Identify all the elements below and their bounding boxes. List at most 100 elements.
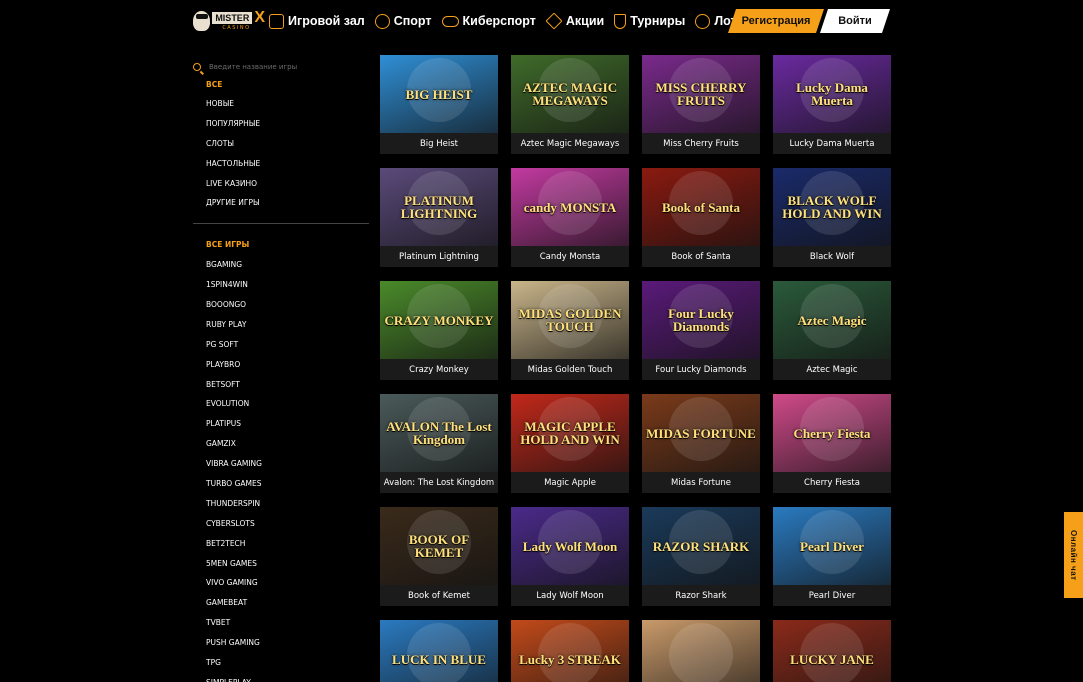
game-card[interactable]: LUCK IN BLUE (380, 620, 498, 682)
game-card[interactable] (642, 620, 760, 682)
game-thumbnail: PLATINUM LIGHTNING (380, 168, 498, 246)
game-card[interactable]: CRAZY MONKEY Crazy Monkey (380, 281, 498, 380)
game-title: Aztec Magic (806, 364, 858, 375)
game-card[interactable]: BLACK WOLF HOLD AND WIN Black Wolf (773, 168, 891, 267)
nav-sport[interactable]: Спорт (374, 13, 432, 29)
provider-item[interactable]: PLAYBRO (193, 355, 369, 375)
provider-item[interactable]: THUNDERSPIN (193, 494, 369, 514)
logo-text: MISTER X CASINO (212, 10, 265, 31)
nav-label: Турниры (630, 14, 686, 28)
search-icon (193, 63, 201, 71)
provider-item[interactable]: PUSH GAMING (193, 633, 369, 653)
login-button[interactable]: Войти (820, 9, 890, 33)
provider-item[interactable]: VIBRA GAMING (193, 454, 369, 474)
game-card[interactable]: Lucky 3 STREAK (511, 620, 629, 682)
provider-item[interactable]: RUBY PLAY (193, 315, 369, 335)
provider-item[interactable]: SIMPLEPLAY (193, 673, 369, 682)
game-title: Aztec Magic Megaways (520, 138, 620, 149)
game-thumbnail: RAZOR SHARK (642, 507, 760, 585)
game-thumbnail: Book of Santa (642, 168, 760, 246)
game-card[interactable]: AZTEC MAGIC MEGAWAYS Aztec Magic Megaways (511, 55, 629, 154)
category-all[interactable]: ВСЕ (193, 76, 369, 94)
game-title: Black Wolf (809, 251, 855, 262)
provider-item[interactable]: BGAMING (193, 255, 369, 275)
nav-tournaments[interactable]: Турниры (614, 13, 686, 29)
provider-item[interactable]: GAMEBEAT (193, 593, 369, 613)
provider-item[interactable]: 1SPIN4WIN (193, 275, 369, 295)
nav-promotions[interactable]: Акции (545, 12, 604, 30)
provider-item[interactable]: VIVO GAMING (193, 573, 369, 593)
game-card[interactable]: Lady Wolf Moon Lady Wolf Moon (511, 507, 629, 606)
game-logo: Pearl Diver (800, 538, 864, 554)
provider-item[interactable]: EVOLUTION (193, 394, 369, 414)
category-other[interactable]: ДРУГИЕ ИГРЫ (193, 193, 369, 213)
game-card[interactable]: PLATINUM LIGHTNING Platinum Lightning (380, 168, 498, 267)
category-live-casino[interactable]: LIVE КАЗИНО (193, 174, 369, 194)
provider-item[interactable]: TPG (193, 653, 369, 673)
nav-esports[interactable]: Киберспорт (441, 14, 536, 28)
game-logo: AVALON The Lost Kingdom (386, 419, 492, 447)
category-slots[interactable]: СЛОТЫ (193, 134, 369, 154)
game-card[interactable]: LUCKY JANE (773, 620, 891, 682)
header: MISTER X CASINO Игровой зал Спорт Киберс… (193, 0, 893, 42)
sidebar: ВСЕ НОВЫЕ ПОПУЛЯРНЫЕ СЛОТЫ НАСТОЛЬНЫЕ LI… (193, 58, 369, 682)
game-card[interactable]: BIG HEIST Big Heist (380, 55, 498, 154)
category-table[interactable]: НАСТОЛЬНЫЕ (193, 154, 369, 174)
provider-item[interactable]: TURBO GAMES (193, 474, 369, 494)
category-popular[interactable]: ПОПУЛЯРНЫЕ (193, 114, 369, 134)
game-card[interactable]: Lucky Dama Muerta Lucky Dama Muerta (773, 55, 891, 154)
game-logo: BLACK WOLF HOLD AND WIN (782, 193, 882, 221)
provider-item[interactable]: ВСЕ ИГРЫ (193, 235, 369, 255)
search-input[interactable] (209, 63, 349, 71)
game-logo: AZTEC MAGIC MEGAWAYS (522, 80, 618, 108)
lottery-icon (695, 13, 711, 29)
game-title: Razor Shark (675, 590, 727, 601)
game-art-icon (669, 623, 733, 682)
register-button[interactable]: Регистрация (728, 9, 824, 33)
game-card[interactable]: MISS CHERRY FRUITS Miss Cherry Fruits (642, 55, 760, 154)
provider-item[interactable]: TVBET (193, 613, 369, 633)
provider-item[interactable]: GAMZIX (193, 434, 369, 454)
game-card[interactable]: Aztec Magic Aztec Magic (773, 281, 891, 380)
game-thumbnail: candy MONSTA (511, 168, 629, 246)
category-list: ВСЕ НОВЫЕ ПОПУЛЯРНЫЕ СЛОТЫ НАСТОЛЬНЫЕ LI… (193, 76, 369, 213)
provider-item[interactable]: BET2TECH (193, 534, 369, 554)
game-card[interactable]: MIDAS GOLDEN TOUCH Midas Golden Touch (511, 281, 629, 380)
provider-item[interactable]: BOOONGO (193, 295, 369, 315)
game-logo: LUCK IN BLUE (392, 651, 486, 667)
game-card[interactable]: Pearl Diver Pearl Diver (773, 507, 891, 606)
game-card[interactable]: RAZOR SHARK Razor Shark (642, 507, 760, 606)
game-thumbnail: Lucky Dama Muerta (773, 55, 891, 133)
game-card[interactable]: AVALON The Lost Kingdom Avalon: The Lost … (380, 394, 498, 493)
game-thumbnail: AZTEC MAGIC MEGAWAYS (511, 55, 629, 133)
game-logo: MISS CHERRY FRUITS (655, 80, 747, 108)
game-card[interactable]: Four Lucky Diamonds Four Lucky Diamonds (642, 281, 760, 380)
provider-list: ВСЕ ИГРЫ BGAMING 1SPIN4WIN BOOONGO RUBY … (193, 235, 369, 682)
game-card[interactable]: Book of Santa Book of Santa (642, 168, 760, 267)
provider-item[interactable]: PG SOFT (193, 335, 369, 355)
online-chat-button[interactable]: Онлайн чат (1064, 512, 1083, 598)
provider-item[interactable]: PLATIPUS (193, 414, 369, 434)
game-thumbnail: BLACK WOLF HOLD AND WIN (773, 168, 891, 246)
game-title: Lady Wolf Moon (536, 590, 604, 601)
provider-item[interactable]: 5MEN GAMES (193, 554, 369, 574)
game-title: Crazy Monkey (409, 364, 469, 375)
game-title: Avalon: The Lost Kingdom (383, 477, 495, 488)
provider-item[interactable]: CYBERSLOTS (193, 514, 369, 534)
game-card[interactable]: candy MONSTA Candy Monsta (511, 168, 629, 267)
provider-item[interactable]: BETSOFT (193, 375, 369, 395)
game-thumbnail: BOOK OF KEMET (380, 507, 498, 585)
game-card[interactable]: Cherry Fiesta Cherry Fiesta (773, 394, 891, 493)
game-logo: Lady Wolf Moon (522, 538, 618, 554)
game-card[interactable]: MAGIC APPLE HOLD AND WIN Magic Apple (511, 394, 629, 493)
game-grid: BIG HEIST Big Heist AZTEC MAGIC MEGAWAYS Az… (380, 55, 891, 682)
game-title: Pearl Diver (808, 590, 856, 601)
game-thumbnail: Pearl Diver (773, 507, 891, 585)
nav-game-hall[interactable]: Игровой зал (269, 13, 365, 29)
game-card[interactable]: MIDAS FORTUNE Midas Fortune (642, 394, 760, 493)
logo[interactable]: MISTER X CASINO (193, 6, 265, 36)
category-new[interactable]: НОВЫЕ (193, 94, 369, 114)
game-card[interactable]: BOOK OF KEMET Book of Kemet (380, 507, 498, 606)
game-logo: MAGIC APPLE HOLD AND WIN (520, 419, 620, 447)
game-thumbnail: Cherry Fiesta (773, 394, 891, 472)
